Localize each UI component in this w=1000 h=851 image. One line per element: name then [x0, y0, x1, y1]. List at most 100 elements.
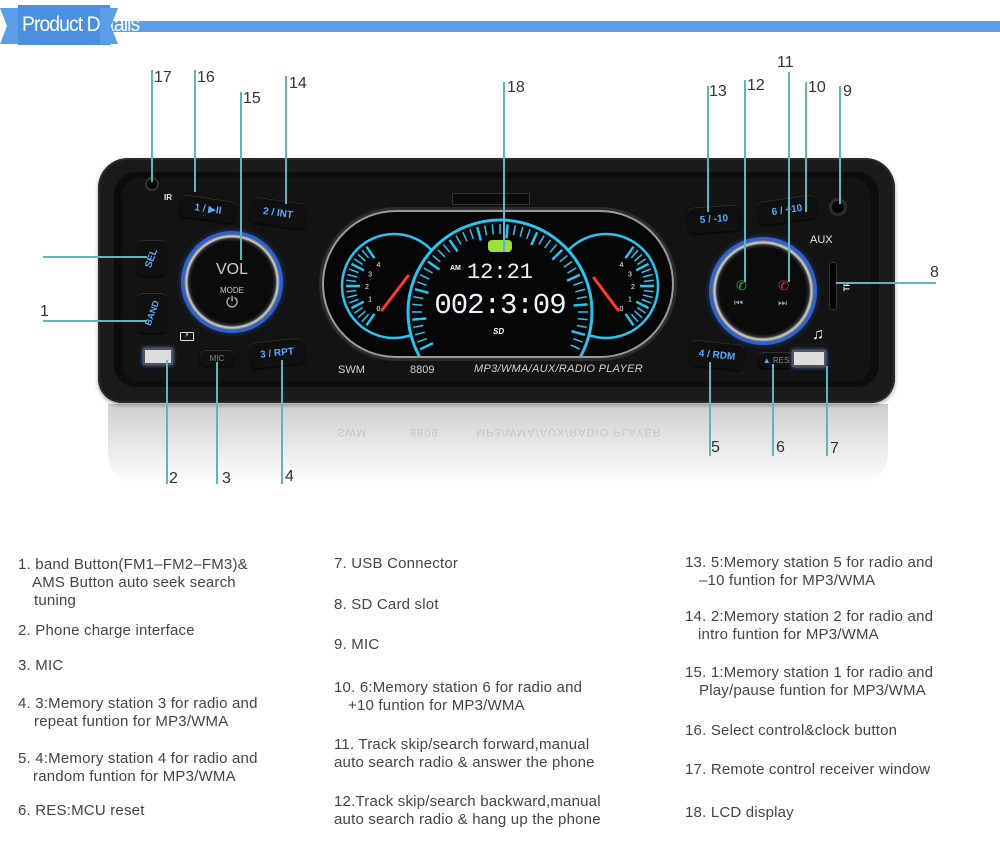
center-gauge-tick — [491, 224, 494, 235]
usb-connector[interactable] — [792, 350, 826, 367]
legend-item-16: 16. Select control&clock button — [685, 722, 898, 739]
left-gauge-tick-label: 4 — [377, 262, 381, 269]
center-gauge-tick — [412, 303, 423, 306]
left-gauge-tick-label: 0 — [377, 306, 381, 313]
callout-line-18 — [503, 82, 505, 252]
callout-2: 2 — [169, 470, 178, 487]
callout-line-13 — [707, 86, 709, 212]
clock-readout: 12:21 — [467, 260, 533, 285]
right-gauge-tick — [636, 258, 647, 266]
callout-5: 5 — [711, 439, 720, 456]
legend-item-2: 2. Phone charge interface — [18, 622, 195, 639]
prev-track-icon[interactable]: ⏮ — [734, 298, 743, 309]
aux-jack[interactable] — [829, 198, 847, 216]
reset-button[interactable]: ▲ RES — [758, 352, 794, 368]
callout-6: 6 — [776, 439, 785, 456]
reflection-model: 8809 — [410, 426, 439, 438]
display-top-slot — [452, 193, 530, 205]
left-gauge-tick — [361, 249, 370, 259]
model-label: 8809 — [410, 364, 435, 376]
next-track-icon[interactable]: ⏭ — [778, 298, 787, 309]
left-gauge-tick — [357, 253, 366, 262]
tf-card-slot[interactable] — [829, 262, 837, 310]
left-gauge-tick-label: 3 — [368, 272, 372, 279]
track-skip-knob[interactable]: ✆ ✆ ⏮ ⏭ — [712, 240, 814, 342]
right-gauge-tick-label: 0 — [620, 306, 624, 313]
left-gauge-needle — [380, 274, 410, 312]
callout-3: 3 — [222, 470, 231, 487]
vol-label: VOL — [215, 261, 248, 278]
callout-line-11 — [788, 72, 790, 282]
left-gauge-tick — [348, 268, 359, 274]
sel-button[interactable]: SEL — [137, 240, 167, 276]
left-gauge-tick — [346, 279, 357, 283]
left-gauge-tick — [347, 273, 358, 278]
left-gauge-tick — [353, 258, 364, 266]
right-gauge-tick — [643, 289, 654, 293]
callout-line-4 — [281, 360, 283, 484]
callout-10: 10 — [808, 79, 826, 96]
legend-item-6: 6. RES:MCU reset — [18, 802, 145, 819]
callout-line-17 — [151, 70, 153, 182]
callout-15: 15 — [243, 90, 261, 107]
ampm-indicator: AM — [450, 265, 461, 272]
callout-line-15 — [240, 92, 242, 260]
right-gauge-tick — [642, 294, 653, 299]
band-button[interactable]: BAND — [137, 293, 167, 333]
legend-item-10: 10. 6:Memory station 6 for radio and +10… — [334, 679, 583, 714]
center-gauge-tick — [505, 224, 509, 239]
preset-5-minus10-button[interactable]: 5 / -10 — [687, 204, 741, 234]
callout-11: 11 — [777, 54, 794, 71]
right-gauge-tick — [634, 253, 643, 262]
right-gauge-tick — [643, 279, 654, 283]
legend-item-15: 15. 1:Memory station 1 for radio and Pla… — [685, 664, 934, 699]
track-counter: 002:3:09 — [434, 289, 565, 322]
volume-knob[interactable]: VOL MODE ⏻ — [184, 234, 280, 330]
sd-indicator: SD — [493, 327, 504, 336]
center-gauge-tick — [573, 303, 588, 307]
right-gauge-tick — [636, 306, 647, 314]
right-gauge-tick-label: 4 — [620, 262, 624, 269]
callout-8: 8 — [930, 264, 939, 281]
callout-18: 18 — [507, 79, 525, 96]
callout-1: 1 — [40, 303, 49, 320]
callout-4: 4 — [285, 468, 294, 485]
page-title: Product Details — [18, 5, 140, 45]
right-gauge-tick-label: 1 — [628, 296, 632, 303]
car-icon — [488, 240, 512, 252]
aux-label: AUX — [810, 234, 833, 246]
callout-17: 17 — [154, 69, 172, 86]
callout-line-sel — [43, 256, 147, 258]
callout-9: 9 — [843, 83, 852, 100]
preset-4-random-button[interactable]: 4 / RDM — [688, 339, 746, 371]
callout-14: 14 — [289, 75, 307, 92]
reflection-brand: SWM — [337, 426, 367, 438]
legend-item-3: 3. MIC — [18, 657, 64, 674]
tagline-label: MP3/WMA/AUX/RADIO PLAYER — [474, 363, 643, 375]
charge-icon: ⚡ — [180, 332, 194, 341]
left-gauge-tick — [347, 294, 358, 299]
callout-line-1 — [43, 320, 147, 322]
callout-line-10 — [805, 82, 807, 212]
center-gauge-tick — [412, 317, 427, 321]
right-gauge-tick — [641, 298, 652, 304]
left-gauge-tick-label: 2 — [365, 284, 369, 291]
right-gauge-needle — [592, 276, 620, 312]
legend-item-4: 4. 3:Memory station 3 for radio and repe… — [18, 695, 258, 730]
legend-item-1: 1. band Button(FM1–FM2–FM3)& AMS Button … — [18, 556, 248, 609]
lcd-display: 01234 01234 AM 12:21 002:3:09 SD — [322, 210, 674, 358]
usb-charge-port[interactable] — [143, 348, 173, 365]
right-gauge-tick — [634, 310, 643, 319]
banner-rule — [112, 21, 1000, 32]
callout-7: 7 — [830, 440, 839, 457]
callout-line-9 — [839, 86, 841, 204]
callout-13: 13 — [709, 83, 727, 100]
left-gauge-tick-label: 1 — [368, 296, 372, 303]
left-gauge-tick — [353, 306, 364, 314]
left-gauge-tick — [348, 298, 359, 304]
banner-ribbon-left — [0, 8, 20, 44]
legend-item-14: 14. 2:Memory station 2 for radio and int… — [685, 608, 934, 643]
legend-item-8: 8. SD Card slot — [334, 596, 439, 613]
callout-line-2 — [166, 360, 168, 484]
callout-line-7 — [826, 366, 828, 456]
